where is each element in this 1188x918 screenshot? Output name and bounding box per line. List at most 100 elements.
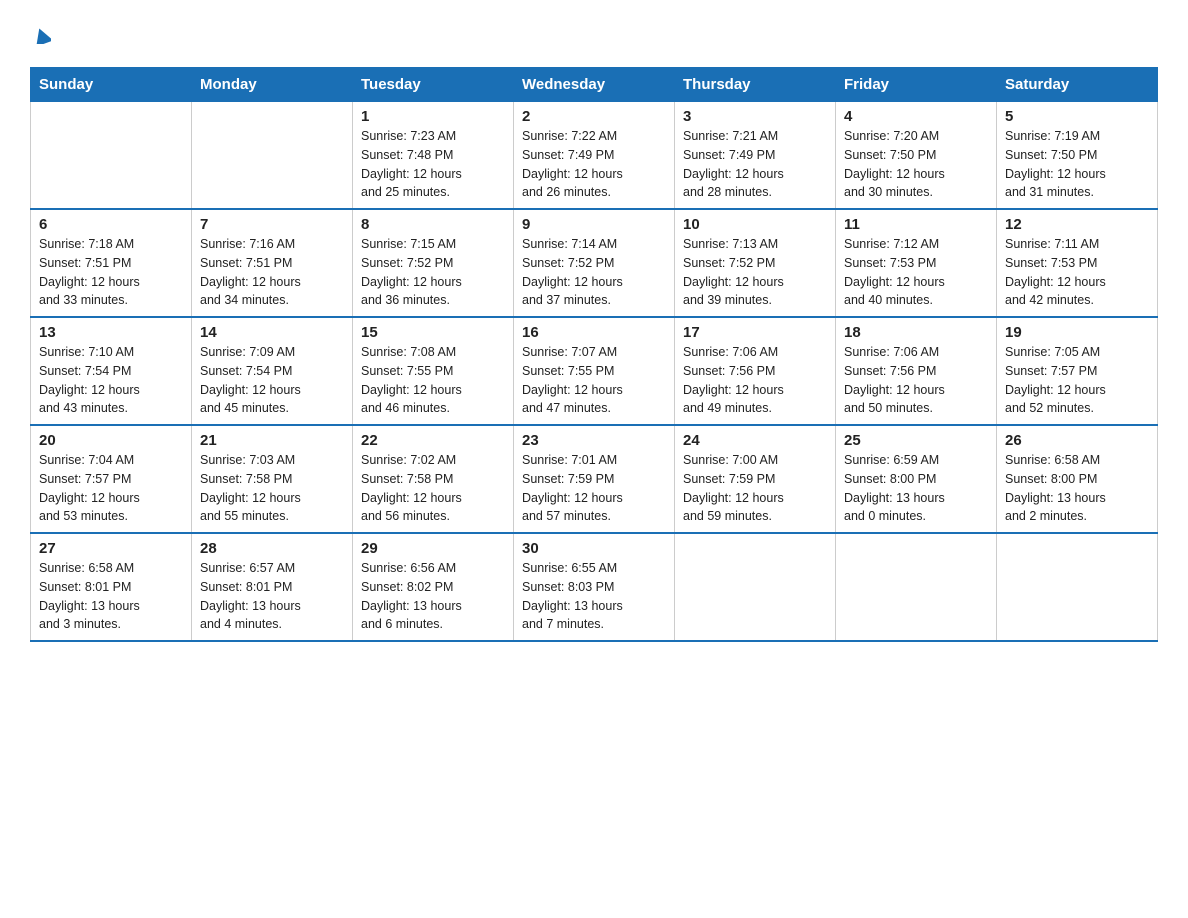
calendar-cell: 10 Sunrise: 7:13 AM Sunset: 7:52 PM Dayli… xyxy=(675,209,836,317)
day-number: 1 xyxy=(361,108,505,125)
day-info: Sunrise: 7:05 AM Sunset: 7:57 PM Dayligh… xyxy=(1005,343,1149,418)
calendar-cell: 17 Sunrise: 7:06 AM Sunset: 7:56 PM Dayli… xyxy=(675,317,836,425)
day-info: Sunrise: 7:06 AM Sunset: 7:56 PM Dayligh… xyxy=(844,343,988,418)
day-number: 9 xyxy=(522,216,666,233)
day-number: 2 xyxy=(522,108,666,125)
calendar-cell: 14 Sunrise: 7:09 AM Sunset: 7:54 PM Dayli… xyxy=(192,317,353,425)
day-number: 4 xyxy=(844,108,988,125)
calendar-cell: 16 Sunrise: 7:07 AM Sunset: 7:55 PM Dayli… xyxy=(514,317,675,425)
day-info: Sunrise: 7:07 AM Sunset: 7:55 PM Dayligh… xyxy=(522,343,666,418)
day-number: 16 xyxy=(522,324,666,341)
calendar-week-row: 6 Sunrise: 7:18 AM Sunset: 7:51 PM Daylig… xyxy=(31,209,1158,317)
weekday-header-monday: Monday xyxy=(192,68,353,102)
day-number: 7 xyxy=(200,216,344,233)
calendar-cell xyxy=(31,102,192,210)
day-info: Sunrise: 7:11 AM Sunset: 7:53 PM Dayligh… xyxy=(1005,235,1149,310)
calendar-cell xyxy=(192,102,353,210)
calendar-cell xyxy=(675,533,836,641)
day-info: Sunrise: 7:13 AM Sunset: 7:52 PM Dayligh… xyxy=(683,235,827,310)
day-number: 25 xyxy=(844,432,988,449)
calendar-week-row: 27Sunrise: 6:58 AM Sunset: 8:01 PM Dayli… xyxy=(31,533,1158,641)
calendar-cell: 23 Sunrise: 7:01 AM Sunset: 7:59 PM Dayli… xyxy=(514,425,675,533)
day-number: 5 xyxy=(1005,108,1149,125)
calendar-cell: 1 Sunrise: 7:23 AM Sunset: 7:48 PM Daylig… xyxy=(353,102,514,210)
day-number: 3 xyxy=(683,108,827,125)
day-info: Sunrise: 7:02 AM Sunset: 7:58 PM Dayligh… xyxy=(361,451,505,526)
day-info: Sunrise: 7:01 AM Sunset: 7:59 PM Dayligh… xyxy=(522,451,666,526)
calendar-cell: 28 Sunrise: 6:57 AM Sunset: 8:01 PM Dayli… xyxy=(192,533,353,641)
day-info: Sunrise: 7:08 AM Sunset: 7:55 PM Dayligh… xyxy=(361,343,505,418)
calendar-cell: 25Sunrise: 6:59 AM Sunset: 8:00 PM Dayli… xyxy=(836,425,997,533)
calendar-cell: 6 Sunrise: 7:18 AM Sunset: 7:51 PM Daylig… xyxy=(31,209,192,317)
day-number: 14 xyxy=(200,324,344,341)
calendar-cell xyxy=(997,533,1158,641)
day-number: 20 xyxy=(39,432,183,449)
day-info: Sunrise: 7:20 AM Sunset: 7:50 PM Dayligh… xyxy=(844,127,988,202)
day-number: 19 xyxy=(1005,324,1149,341)
weekday-header-tuesday: Tuesday xyxy=(353,68,514,102)
day-info: Sunrise: 7:14 AM Sunset: 7:52 PM Dayligh… xyxy=(522,235,666,310)
calendar-cell: 13 Sunrise: 7:10 AM Sunset: 7:54 PM Dayli… xyxy=(31,317,192,425)
day-info: Sunrise: 6:57 AM Sunset: 8:01 PM Dayligh… xyxy=(200,559,344,634)
logo-triangle-icon xyxy=(33,20,51,51)
day-number: 28 xyxy=(200,540,344,557)
weekday-header-saturday: Saturday xyxy=(997,68,1158,102)
day-info: Sunrise: 7:00 AM Sunset: 7:59 PM Dayligh… xyxy=(683,451,827,526)
weekday-header-sunday: Sunday xyxy=(31,68,192,102)
day-info: Sunrise: 7:04 AM Sunset: 7:57 PM Dayligh… xyxy=(39,451,183,526)
weekday-header-row: SundayMondayTuesdayWednesdayThursdayFrid… xyxy=(31,68,1158,102)
calendar-cell: 4 Sunrise: 7:20 AM Sunset: 7:50 PM Daylig… xyxy=(836,102,997,210)
logo xyxy=(30,20,51,51)
day-number: 29 xyxy=(361,540,505,557)
day-number: 17 xyxy=(683,324,827,341)
day-number: 15 xyxy=(361,324,505,341)
day-number: 11 xyxy=(844,216,988,233)
day-info: Sunrise: 7:21 AM Sunset: 7:49 PM Dayligh… xyxy=(683,127,827,202)
calendar-cell: 29Sunrise: 6:56 AM Sunset: 8:02 PM Dayli… xyxy=(353,533,514,641)
calendar-cell: 22Sunrise: 7:02 AM Sunset: 7:58 PM Dayli… xyxy=(353,425,514,533)
weekday-header-thursday: Thursday xyxy=(675,68,836,102)
day-info: Sunrise: 7:10 AM Sunset: 7:54 PM Dayligh… xyxy=(39,343,183,418)
day-number: 23 xyxy=(522,432,666,449)
calendar-cell: 11 Sunrise: 7:12 AM Sunset: 7:53 PM Dayli… xyxy=(836,209,997,317)
weekday-header-wednesday: Wednesday xyxy=(514,68,675,102)
day-info: Sunrise: 6:58 AM Sunset: 8:00 PM Dayligh… xyxy=(1005,451,1149,526)
calendar-cell: 18 Sunrise: 7:06 AM Sunset: 7:56 PM Dayli… xyxy=(836,317,997,425)
day-info: Sunrise: 7:12 AM Sunset: 7:53 PM Dayligh… xyxy=(844,235,988,310)
day-number: 10 xyxy=(683,216,827,233)
calendar-cell: 20 Sunrise: 7:04 AM Sunset: 7:57 PM Dayli… xyxy=(31,425,192,533)
calendar-cell: 5 Sunrise: 7:19 AM Sunset: 7:50 PM Daylig… xyxy=(997,102,1158,210)
day-info: Sunrise: 7:23 AM Sunset: 7:48 PM Dayligh… xyxy=(361,127,505,202)
calendar-table: SundayMondayTuesdayWednesdayThursdayFrid… xyxy=(30,67,1158,642)
day-number: 12 xyxy=(1005,216,1149,233)
day-number: 26 xyxy=(1005,432,1149,449)
calendar-week-row: 1 Sunrise: 7:23 AM Sunset: 7:48 PM Daylig… xyxy=(31,102,1158,210)
logo-line1 xyxy=(30,20,51,51)
day-info: Sunrise: 7:19 AM Sunset: 7:50 PM Dayligh… xyxy=(1005,127,1149,202)
calendar-cell: 24 Sunrise: 7:00 AM Sunset: 7:59 PM Dayli… xyxy=(675,425,836,533)
calendar-cell: 12 Sunrise: 7:11 AM Sunset: 7:53 PM Dayli… xyxy=(997,209,1158,317)
calendar-cell: 19 Sunrise: 7:05 AM Sunset: 7:57 PM Dayli… xyxy=(997,317,1158,425)
day-number: 6 xyxy=(39,216,183,233)
calendar-cell: 21 Sunrise: 7:03 AM Sunset: 7:58 PM Dayli… xyxy=(192,425,353,533)
calendar-cell: 26 Sunrise: 6:58 AM Sunset: 8:00 PM Dayli… xyxy=(997,425,1158,533)
day-info: Sunrise: 7:09 AM Sunset: 7:54 PM Dayligh… xyxy=(200,343,344,418)
day-info: Sunrise: 7:16 AM Sunset: 7:51 PM Dayligh… xyxy=(200,235,344,310)
day-info: Sunrise: 7:03 AM Sunset: 7:58 PM Dayligh… xyxy=(200,451,344,526)
day-info: Sunrise: 6:58 AM Sunset: 8:01 PM Dayligh… xyxy=(39,559,183,634)
day-number: 21 xyxy=(200,432,344,449)
day-number: 30 xyxy=(522,540,666,557)
calendar-cell: 30Sunrise: 6:55 AM Sunset: 8:03 PM Dayli… xyxy=(514,533,675,641)
calendar-cell xyxy=(836,533,997,641)
day-info: Sunrise: 7:06 AM Sunset: 7:56 PM Dayligh… xyxy=(683,343,827,418)
day-number: 13 xyxy=(39,324,183,341)
day-number: 8 xyxy=(361,216,505,233)
calendar-cell: 8 Sunrise: 7:15 AM Sunset: 7:52 PM Daylig… xyxy=(353,209,514,317)
day-number: 18 xyxy=(844,324,988,341)
weekday-header-friday: Friday xyxy=(836,68,997,102)
calendar-cell: 2Sunrise: 7:22 AM Sunset: 7:49 PM Daylig… xyxy=(514,102,675,210)
calendar-cell: 7 Sunrise: 7:16 AM Sunset: 7:51 PM Daylig… xyxy=(192,209,353,317)
day-info: Sunrise: 7:18 AM Sunset: 7:51 PM Dayligh… xyxy=(39,235,183,310)
day-info: Sunrise: 7:15 AM Sunset: 7:52 PM Dayligh… xyxy=(361,235,505,310)
day-number: 24 xyxy=(683,432,827,449)
